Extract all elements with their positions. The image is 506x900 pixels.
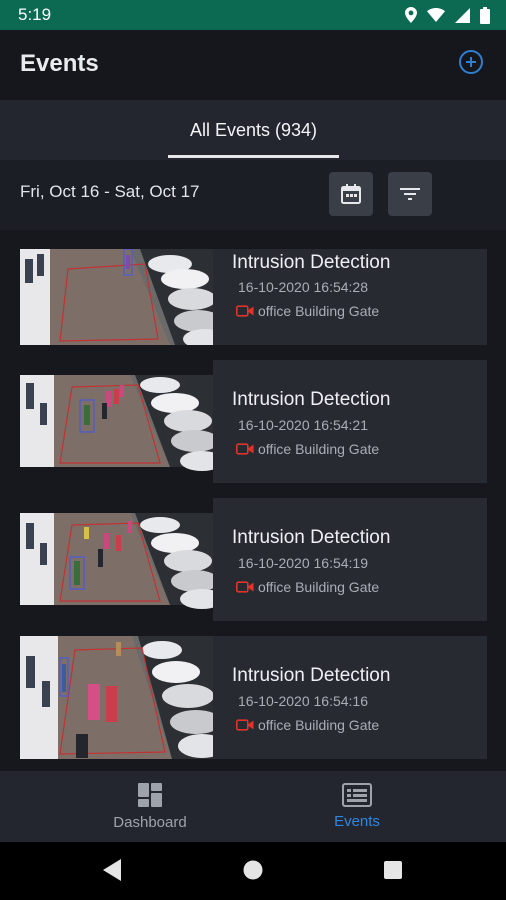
signal-icon (455, 7, 470, 23)
tab-indicator (168, 155, 339, 158)
add-button[interactable] (459, 50, 483, 74)
home-icon (243, 860, 263, 880)
event-camera: office Building Gate (236, 303, 379, 319)
filter-icon (400, 188, 420, 200)
page-title: Events (20, 50, 99, 77)
event-thumbnail (20, 360, 213, 483)
event-title: Intrusion Detection (232, 252, 391, 273)
event-camera: office Building Gate (236, 717, 379, 733)
event-camera-name: office Building Gate (258, 717, 380, 733)
location-icon (405, 7, 417, 23)
status-icons (405, 6, 490, 24)
event-title: Intrusion Detection (232, 527, 391, 548)
nav-label-dashboard: Dashboard (113, 814, 187, 831)
video-camera-icon (236, 581, 254, 593)
video-camera-icon (236, 443, 254, 455)
status-time: 5:19 (18, 5, 52, 24)
event-thumbnail (20, 249, 213, 345)
calendar-button[interactable] (329, 172, 373, 216)
battery-icon (480, 6, 490, 24)
event-card[interactable]: Intrusion Detection 16-10-2020 16:54:16 … (20, 636, 487, 759)
event-camera-name: office Building Gate (258, 579, 380, 595)
back-button[interactable] (103, 859, 121, 886)
tab-label: All Events (934) (189, 119, 318, 140)
event-title: Intrusion Detection (232, 389, 391, 410)
app-bar: Events (0, 30, 506, 100)
event-timestamp: 16-10-2020 16:54:21 (238, 417, 368, 433)
event-card[interactable]: Intrusion Detection 16-10-2020 16:54:28 … (20, 249, 487, 345)
event-timestamp: 16-10-2020 16:54:19 (238, 555, 368, 571)
nav-label-events: Events (334, 813, 380, 830)
home-button[interactable] (243, 859, 263, 886)
event-camera-name: office Building Gate (258, 441, 380, 457)
filter-button[interactable] (388, 172, 432, 216)
event-thumbnail (20, 636, 213, 759)
event-timestamp: 16-10-2020 16:54:28 (238, 279, 368, 295)
date-range: Fri, Oct 16 - Sat, Oct 17 (20, 182, 200, 201)
status-bar: 5:19 (0, 0, 506, 30)
event-camera-name: office Building Gate (258, 303, 380, 319)
nav-item-dashboard[interactable]: Dashboard (70, 771, 230, 842)
event-card[interactable]: Intrusion Detection 16-10-2020 16:54:19 … (20, 498, 487, 621)
system-nav-bar (0, 842, 506, 900)
video-camera-icon (236, 719, 254, 731)
tabs-bar: All Events (934) (0, 100, 506, 160)
event-camera: office Building Gate (236, 441, 379, 457)
calendar-icon (341, 184, 361, 204)
bottom-nav: Dashboard Events (0, 771, 506, 842)
nav-item-events[interactable]: Events (277, 771, 437, 842)
dashboard-icon (138, 783, 162, 807)
recents-button[interactable] (383, 859, 403, 886)
add-circle-icon (466, 57, 476, 67)
video-camera-icon (236, 305, 254, 317)
events-icon (342, 783, 372, 807)
event-timestamp: 16-10-2020 16:54:16 (238, 693, 368, 709)
event-list[interactable]: Intrusion Detection 16-10-2020 16:54:28 … (0, 230, 506, 771)
event-title: Intrusion Detection (232, 665, 391, 686)
wifi-icon (427, 8, 445, 22)
recents-icon (384, 861, 402, 879)
back-icon (103, 859, 121, 881)
event-card[interactable]: Intrusion Detection 16-10-2020 16:54:21 … (20, 360, 487, 483)
filter-bar: Fri, Oct 16 - Sat, Oct 17 (0, 160, 506, 230)
tab-all-events[interactable]: All Events (934) (168, 100, 339, 160)
event-camera: office Building Gate (236, 579, 379, 595)
event-thumbnail (20, 498, 213, 621)
